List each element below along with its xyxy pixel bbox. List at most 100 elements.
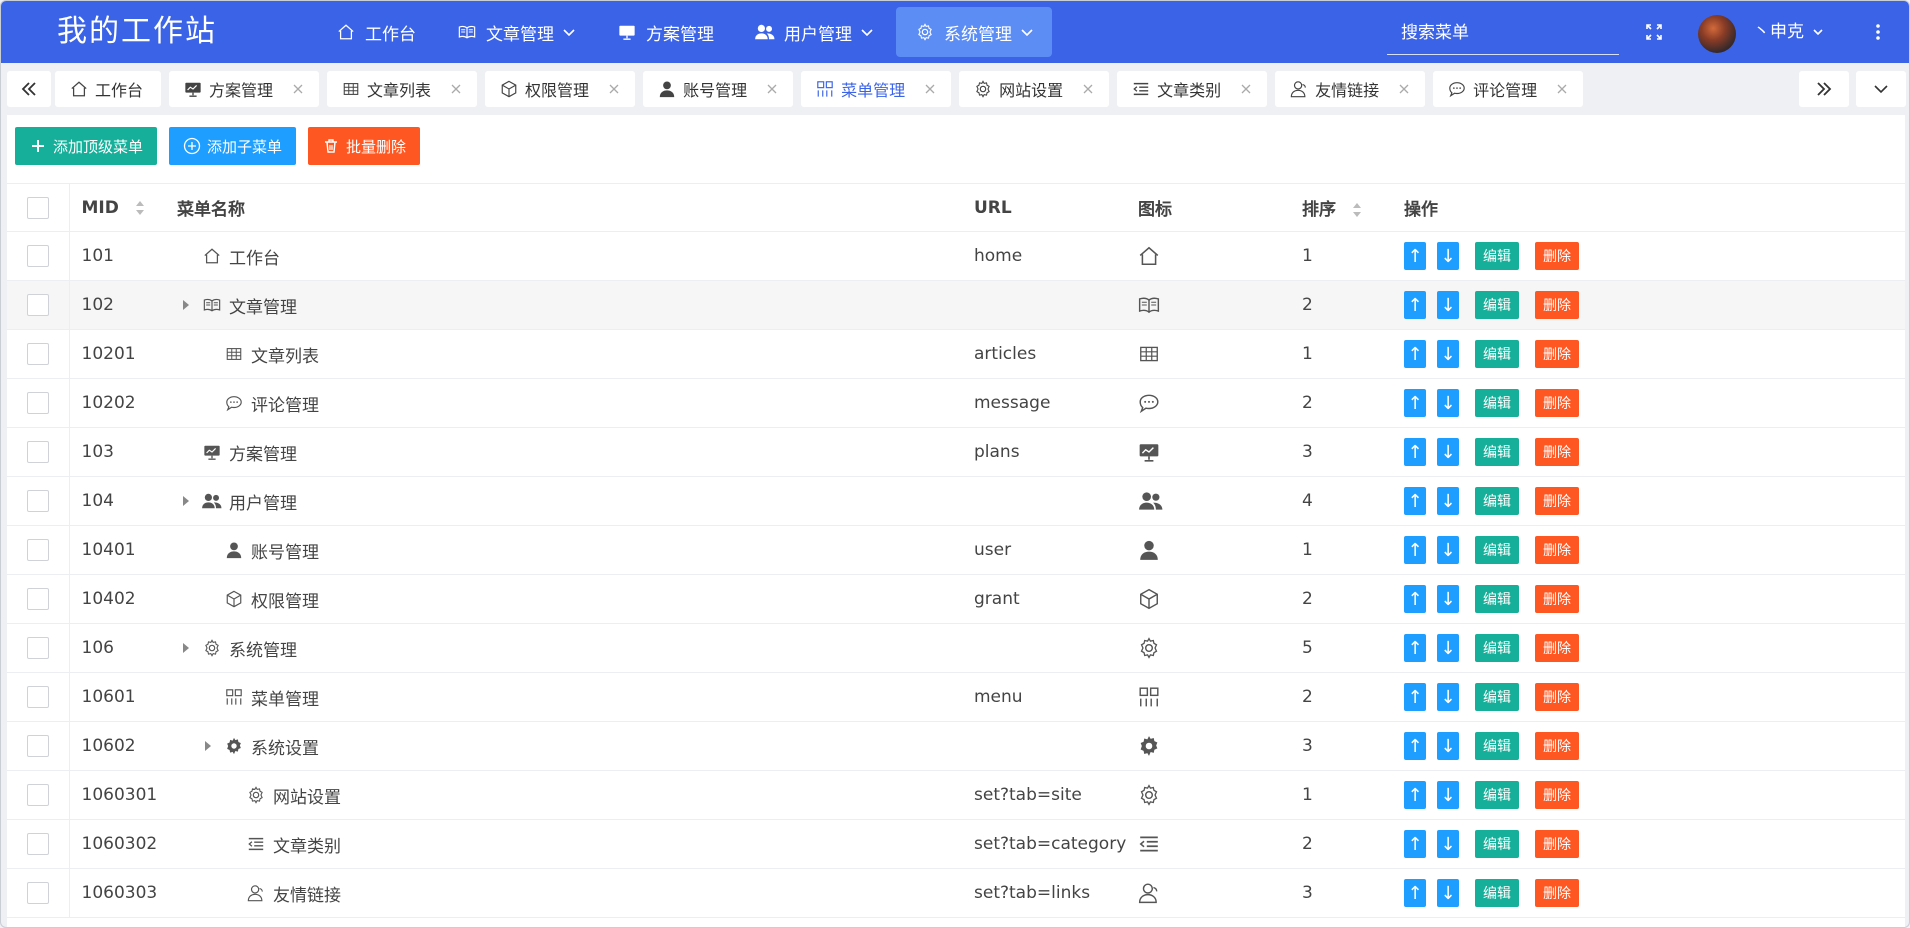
move-up-button[interactable]: ↑	[1404, 291, 1426, 319]
delete-button[interactable]: 删除	[1535, 242, 1579, 270]
move-up-button[interactable]: ↑	[1404, 781, 1426, 809]
delete-button[interactable]: 删除	[1535, 781, 1579, 809]
move-down-button[interactable]: ↓	[1437, 487, 1459, 515]
row-checkbox[interactable]	[27, 833, 49, 855]
row-checkbox[interactable]	[27, 686, 49, 708]
move-up-button[interactable]: ↑	[1404, 634, 1426, 662]
expand-arrow-icon[interactable]	[179, 299, 193, 311]
close-icon[interactable]	[1241, 84, 1253, 94]
move-down-button[interactable]: ↓	[1437, 438, 1459, 466]
edit-button[interactable]: 编辑	[1475, 732, 1519, 760]
row-checkbox[interactable]	[27, 392, 49, 414]
add-top-menu-button[interactable]: 添加顶级菜单	[15, 127, 158, 165]
edit-button[interactable]: 编辑	[1475, 830, 1519, 858]
move-up-button[interactable]: ↑	[1404, 879, 1426, 907]
move-up-button[interactable]: ↑	[1404, 830, 1426, 858]
move-down-button[interactable]: ↓	[1437, 732, 1459, 760]
fullscreen-icon[interactable]	[1641, 19, 1667, 45]
user-menu[interactable]: 丶申克	[1753, 1, 1824, 63]
tab-5[interactable]: 菜单管理	[801, 71, 952, 107]
move-down-button[interactable]: ↓	[1437, 830, 1459, 858]
tab-0[interactable]: 工作台	[55, 71, 162, 107]
select-all-checkbox[interactable]	[27, 196, 49, 219]
delete-button[interactable]: 删除	[1535, 536, 1579, 564]
search-input[interactable]	[1387, 13, 1619, 53]
move-down-button[interactable]: ↓	[1437, 879, 1459, 907]
move-down-button[interactable]: ↓	[1437, 389, 1459, 417]
expand-arrow-icon[interactable]	[179, 495, 193, 507]
delete-button[interactable]: 删除	[1535, 732, 1579, 760]
edit-button[interactable]: 编辑	[1475, 683, 1519, 711]
app-logo-title[interactable]: 我的工作站	[57, 1, 217, 63]
expand-arrow-icon[interactable]	[179, 642, 193, 654]
move-up-button[interactable]: ↑	[1404, 389, 1426, 417]
sort-icon[interactable]	[1352, 202, 1362, 218]
tab-2[interactable]: 文章列表	[327, 71, 478, 107]
close-icon[interactable]	[1083, 84, 1095, 94]
move-down-button[interactable]: ↓	[1437, 340, 1459, 368]
edit-button[interactable]: 编辑	[1475, 585, 1519, 613]
column-header-sort[interactable]: 排序	[1302, 183, 1404, 232]
tabs-scroll-left-button[interactable]	[7, 71, 51, 107]
move-up-button[interactable]: ↑	[1404, 242, 1426, 270]
nav-item-1[interactable]: 文章管理	[438, 7, 594, 57]
move-down-button[interactable]: ↓	[1437, 585, 1459, 613]
row-checkbox[interactable]	[27, 637, 49, 659]
close-icon[interactable]	[925, 84, 937, 94]
delete-button[interactable]: 删除	[1535, 683, 1579, 711]
move-down-button[interactable]: ↓	[1437, 536, 1459, 564]
move-up-button[interactable]: ↑	[1404, 683, 1426, 711]
move-down-button[interactable]: ↓	[1437, 683, 1459, 711]
tab-7[interactable]: 文章类别	[1117, 71, 1268, 107]
delete-button[interactable]: 删除	[1535, 487, 1579, 515]
edit-button[interactable]: 编辑	[1475, 389, 1519, 417]
row-checkbox[interactable]	[27, 882, 49, 904]
move-up-button[interactable]: ↑	[1404, 732, 1426, 760]
sort-icon[interactable]	[135, 200, 145, 216]
row-checkbox[interactable]	[27, 784, 49, 806]
move-up-button[interactable]: ↑	[1404, 340, 1426, 368]
row-checkbox[interactable]	[27, 588, 49, 610]
tab-4[interactable]: 账号管理	[643, 71, 794, 107]
nav-item-4[interactable]: 系统管理	[896, 7, 1052, 57]
edit-button[interactable]: 编辑	[1475, 536, 1519, 564]
tab-8[interactable]: 友情链接	[1275, 71, 1426, 107]
move-down-button[interactable]: ↓	[1437, 634, 1459, 662]
move-up-button[interactable]: ↑	[1404, 536, 1426, 564]
edit-button[interactable]: 编辑	[1475, 438, 1519, 466]
move-up-button[interactable]: ↑	[1404, 438, 1426, 466]
tab-1[interactable]: 方案管理	[169, 71, 320, 107]
tabs-scroll-right-button[interactable]	[1799, 71, 1849, 107]
move-down-button[interactable]: ↓	[1437, 291, 1459, 319]
row-checkbox[interactable]	[27, 245, 49, 267]
move-up-button[interactable]: ↑	[1404, 585, 1426, 613]
close-icon[interactable]	[1557, 84, 1569, 94]
tabs-dropdown-button[interactable]	[1856, 71, 1906, 107]
nav-item-0[interactable]: 工作台	[317, 7, 434, 57]
row-checkbox[interactable]	[27, 539, 49, 561]
edit-button[interactable]: 编辑	[1475, 340, 1519, 368]
delete-button[interactable]: 删除	[1535, 438, 1579, 466]
move-up-button[interactable]: ↑	[1404, 487, 1426, 515]
edit-button[interactable]: 编辑	[1475, 487, 1519, 515]
row-checkbox[interactable]	[27, 735, 49, 757]
edit-button[interactable]: 编辑	[1475, 291, 1519, 319]
row-checkbox[interactable]	[27, 343, 49, 365]
row-checkbox[interactable]	[27, 490, 49, 512]
batch-delete-button[interactable]: 批量删除	[308, 127, 421, 165]
edit-button[interactable]: 编辑	[1475, 781, 1519, 809]
delete-button[interactable]: 删除	[1535, 340, 1579, 368]
row-checkbox[interactable]	[27, 441, 49, 463]
add-child-menu-button[interactable]: 添加子菜单	[169, 127, 297, 165]
nav-item-2[interactable]: 方案管理	[598, 7, 732, 57]
move-down-button[interactable]: ↓	[1437, 781, 1459, 809]
move-down-button[interactable]: ↓	[1437, 242, 1459, 270]
edit-button[interactable]: 编辑	[1475, 242, 1519, 270]
column-header-mid[interactable]: MID	[69, 183, 177, 232]
delete-button[interactable]: 删除	[1535, 879, 1579, 907]
tab-3[interactable]: 权限管理	[485, 71, 636, 107]
expand-arrow-icon[interactable]	[201, 740, 215, 752]
close-icon[interactable]	[767, 84, 779, 94]
close-icon[interactable]	[609, 84, 621, 94]
tab-6[interactable]: 网站设置	[959, 71, 1110, 107]
